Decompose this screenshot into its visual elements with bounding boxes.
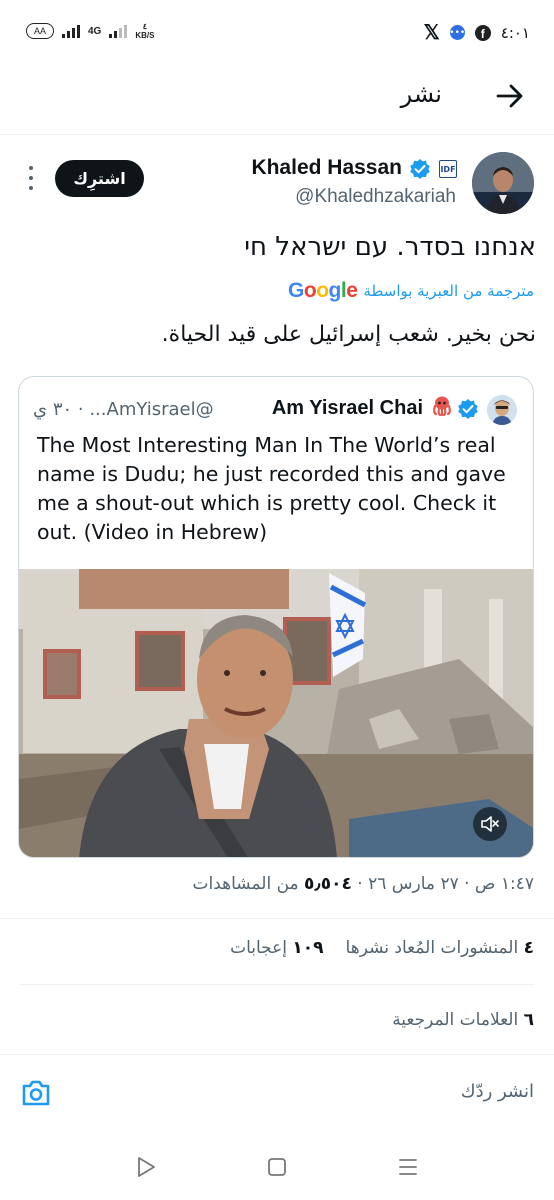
more-icon[interactable] (26, 166, 36, 190)
menu-nav-icon[interactable] (398, 1158, 418, 1176)
author-handle[interactable]: @Khaledhzakariah (295, 186, 456, 208)
quote-text: The Most Interesting Man In The World’s … (37, 433, 506, 544)
tweet-text-original: אנחנו בסדר. עם ישראל חי (244, 232, 536, 262)
back-nav-icon[interactable] (136, 1156, 156, 1178)
verified-icon (409, 158, 431, 180)
google-logo: Google (288, 279, 358, 302)
x-logo-icon: 𝕏 (423, 22, 440, 44)
tweet-text-translated: نحن بخير. شعب إسرائيل على قيد الحياة. (161, 322, 536, 347)
subscribe-button[interactable]: اشترِك (55, 160, 144, 197)
camera-button[interactable] (18, 1075, 54, 1111)
verified-icon (457, 398, 479, 420)
messenger-icon: ••• (449, 25, 465, 40)
quote-avatar (487, 395, 517, 425)
mute-icon (481, 816, 499, 832)
camera-icon (22, 1080, 50, 1106)
reply-bar: انشر ردّك (0, 1054, 554, 1135)
views-label: من المشاهدات (192, 874, 305, 894)
status-bar-right: 𝕏 ••• f ٤:٠١ (424, 20, 530, 45)
bookmarks-stat[interactable]: ٦ العلامات المرجعية (392, 1010, 534, 1030)
top-bar: نشر (0, 66, 554, 135)
back-button[interactable] (492, 78, 528, 114)
avatar[interactable] (472, 152, 534, 214)
quote-video[interactable] (19, 569, 533, 857)
translation-attribution: مترجمة من العبرية بواسطة Google (288, 279, 534, 303)
quote-author-name: Am Yisrael Chai (271, 397, 423, 419)
octopus-emoji-icon (431, 395, 453, 422)
network-type: 4G (88, 25, 102, 37)
author-name[interactable]: Khaled Hassan (251, 156, 402, 180)
status-bar: AA 4G ٤ KB/S 𝕏 ••• f ٤:٠١ (0, 0, 554, 66)
system-nav-bar (0, 1134, 554, 1200)
tweet-meta: ١:٤٧ ص · ٢٧ مارس ٢٦ · ٥٫٥٠٤ من المشاهدات (192, 874, 534, 894)
engagement-stats: ٤ المنشورات المُعاد نشرها ١٠٩ إعجابات (230, 938, 534, 958)
quote-tweet-card[interactable]: Am Yisrael Chai @AmYisrael... · ٣٠ ي The… (18, 376, 534, 858)
home-nav-icon[interactable] (267, 1157, 287, 1177)
facebook-icon: f (474, 24, 491, 41)
tweet-timestamp: ١:٤٧ ص · ٢٧ مارس ٢٦ · (351, 874, 534, 894)
page-title: نشر (400, 80, 442, 108)
reposts-stat[interactable]: ٤ المنشورات المُعاد نشرها (346, 938, 534, 958)
views-count: ٥٫٥٠٤ (304, 874, 352, 894)
clock: ٤:٠١ (500, 23, 530, 42)
back-arrow-icon (496, 84, 523, 108)
divider (20, 984, 534, 985)
signal-icon (62, 24, 80, 38)
quote-handle-time: @AmYisrael... · ٣٠ ي (33, 399, 214, 420)
signal-icon-2 (109, 24, 128, 38)
mute-button[interactable] (473, 807, 507, 841)
reply-input[interactable]: انشر ردّك (461, 1081, 534, 1102)
network-speed: ٤ KB/S (135, 22, 155, 40)
status-bar-left: AA 4G ٤ KB/S (26, 22, 154, 40)
status-pill: AA (26, 23, 54, 39)
divider (0, 918, 554, 919)
likes-stat[interactable]: ١٠٩ إعجابات (230, 938, 323, 958)
affiliate-badge-icon[interactable]: IDF (439, 160, 457, 178)
translated-label[interactable]: مترجمة من العبرية بواسطة (363, 282, 534, 300)
